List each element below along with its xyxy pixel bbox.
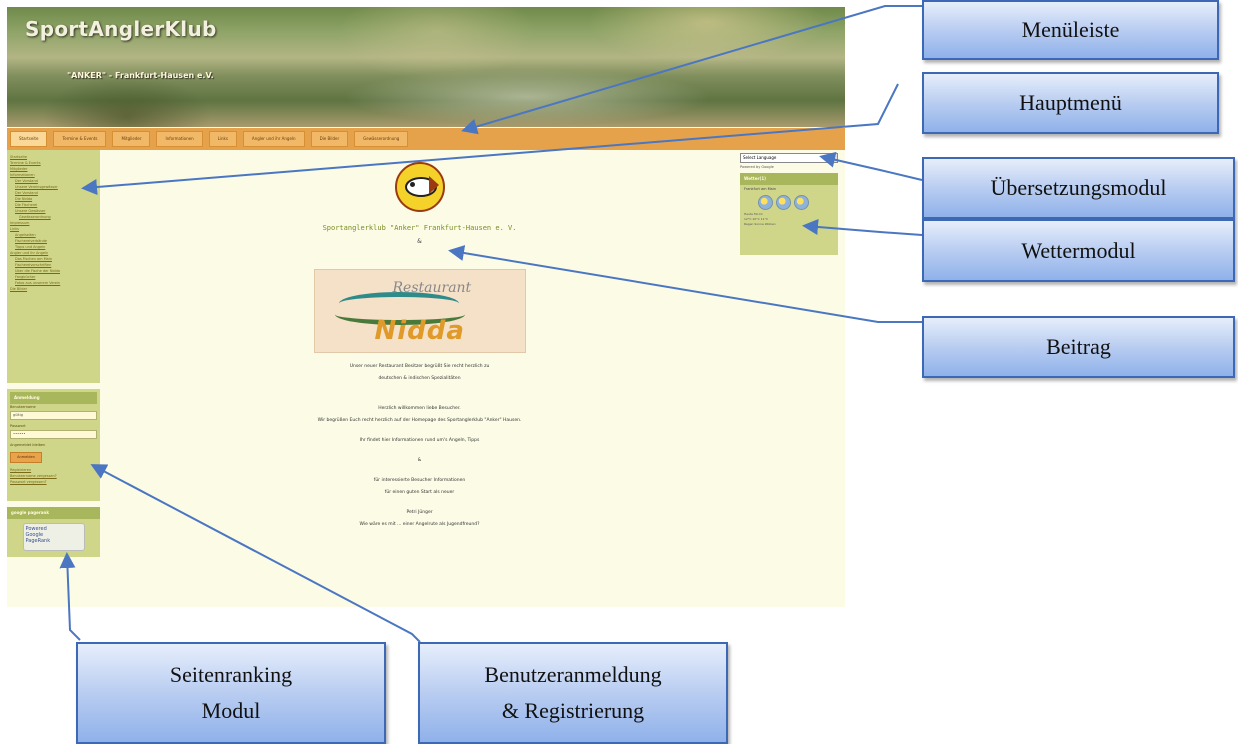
menu-bar-tab[interactable]: Links bbox=[208, 131, 237, 147]
callout-beitrag-text: Beitrag bbox=[1046, 334, 1111, 359]
callout-hauptmenue-text: Hauptmenü bbox=[1019, 90, 1122, 115]
weather-title: Wetter(1) bbox=[740, 173, 838, 185]
callout-ranking-line1: Seitenranking bbox=[169, 662, 293, 687]
menu-bar: Startseite Termine & Events Mitglieder Info… bbox=[7, 128, 845, 150]
login-button[interactable]: Anmelden bbox=[10, 452, 42, 463]
password-label: Passwort bbox=[10, 424, 26, 428]
paragraph: für interessierte Besucher Informationen bbox=[373, 478, 466, 483]
language-select[interactable]: Select Language ▼ bbox=[740, 153, 838, 163]
paragraph: deutschen & indischen Spezialitäten bbox=[378, 376, 461, 381]
forgot-password-link[interactable]: Passwort vergessen? bbox=[10, 479, 97, 485]
ranking-module: google pagerank Powered Google PageRank bbox=[7, 507, 100, 557]
menu-bar-tab[interactable]: Startseite bbox=[10, 131, 48, 147]
main-menu-item[interactable]: Die Bilder bbox=[10, 286, 97, 292]
username-label: Benutzername bbox=[10, 405, 36, 409]
pagerank-badge[interactable]: Powered Google PageRank bbox=[22, 523, 85, 551]
paragraph: Petri Jünger bbox=[406, 510, 433, 515]
paragraph: Ihr findet hier Informationen rund um's … bbox=[359, 438, 480, 443]
fish-eye-icon bbox=[409, 182, 415, 187]
restaurant-banner[interactable]: Restaurant Nidda bbox=[313, 269, 526, 353]
login-module: Anmeldung Benutzername gültig Passwort •… bbox=[7, 389, 100, 501]
badge-pagerank: PageRank bbox=[25, 538, 51, 544]
club-fish-logo bbox=[394, 162, 445, 212]
article-content: Sportanglerklub "Anker" Frankfurt-Hausen… bbox=[107, 150, 732, 531]
language-select-value: Select Language bbox=[743, 155, 777, 160]
weather-module: Wetter(1) Frankfurt am Main Heute Mo Di … bbox=[740, 173, 838, 255]
callout-uebersetzung: Übersetzungsmodul bbox=[922, 157, 1235, 219]
username-input[interactable]: gültig bbox=[10, 411, 97, 420]
callout-wetter-text: Wettermodul bbox=[1021, 237, 1136, 263]
weather-location: Frankfurt am Main bbox=[744, 187, 776, 191]
callout-uebersetzung-text: Übersetzungsmodul bbox=[990, 175, 1167, 200]
paragraph: Herzlich willkommen liebe Besucher. bbox=[378, 406, 461, 411]
main-menu: Startseite Termine & Events Mitglieder Info… bbox=[7, 150, 100, 383]
callout-login-line2: & Registrierung bbox=[501, 698, 645, 723]
ranking-title: google pagerank bbox=[7, 507, 100, 519]
remember-me-checkbox[interactable]: Angemeldet bleiben bbox=[10, 442, 97, 448]
paragraph: für einen guten Start als neuer bbox=[384, 490, 455, 495]
callout-hauptmenue: Hauptmenü bbox=[922, 72, 1219, 134]
callout-menuleiste-text: Menüleiste bbox=[1021, 17, 1120, 42]
menu-bar-tab[interactable]: Gewässerordnung bbox=[354, 131, 409, 147]
ampersand: & bbox=[417, 238, 422, 245]
callout-wetter: Wettermodul bbox=[922, 219, 1235, 282]
callout-beitrag: Beitrag bbox=[922, 316, 1235, 378]
website-screenshot: SportAnglerKlub "ANKER" - Frankfurt-Haus… bbox=[7, 7, 845, 607]
callout-ranking: Seitenranking Modul bbox=[76, 642, 386, 744]
fish-tail-icon bbox=[428, 176, 439, 194]
right-column: Select Language ▼ Powered by Google Wett… bbox=[740, 153, 838, 255]
menu-bar-tab[interactable]: Informationen bbox=[156, 131, 203, 147]
club-name-heading: Sportanglerklub "Anker" Frankfurt-Hausen… bbox=[322, 224, 517, 232]
chevron-down-icon[interactable]: ▼ bbox=[830, 154, 837, 162]
menu-bar-tab[interactable]: Mitglieder bbox=[112, 131, 151, 147]
weather-icon bbox=[758, 195, 773, 210]
weather-icon bbox=[776, 195, 791, 210]
menu-bar-tab[interactable]: Angler und ihr Angeln bbox=[242, 131, 305, 147]
login-title: Anmeldung bbox=[10, 392, 97, 404]
callout-menuleiste: Menüleiste bbox=[922, 0, 1219, 60]
paragraph: Unser neuer Restaurant Besitzer begrüßt … bbox=[349, 364, 490, 369]
site-header: SportAnglerKlub "ANKER" - Frankfurt-Haus… bbox=[7, 7, 845, 127]
powered-by-google[interactable]: Powered by Google bbox=[740, 165, 838, 169]
callout-ranking-line2: Modul bbox=[201, 698, 261, 723]
callout-login-line1: Benutzeranmeldung bbox=[484, 662, 662, 687]
menu-bar-tab[interactable]: Die Bilder bbox=[310, 131, 349, 147]
password-input[interactable]: •••••• bbox=[10, 430, 97, 439]
weather-icon bbox=[794, 195, 809, 210]
callout-login: Benutzeranmeldung & Registrierung bbox=[418, 642, 728, 744]
weather-row: Regen Sonne Wolken bbox=[744, 222, 776, 226]
restaurant-name: Nidda bbox=[374, 316, 465, 346]
menu-bar-tab[interactable]: Termine & Events bbox=[53, 131, 107, 147]
site-subtitle: "ANKER" - Frankfurt-Hausen e.V. bbox=[67, 71, 214, 80]
paragraph: & bbox=[417, 458, 422, 463]
paragraph: Wir begrüßen Euch recht herzlich auf der… bbox=[317, 418, 522, 423]
paragraph: Wie wäre es mit ... einer Angelrute als … bbox=[359, 522, 480, 527]
site-title: SportAnglerKlub bbox=[25, 17, 217, 41]
left-column: Startseite Termine & Events Mitglieder Info… bbox=[7, 150, 100, 557]
